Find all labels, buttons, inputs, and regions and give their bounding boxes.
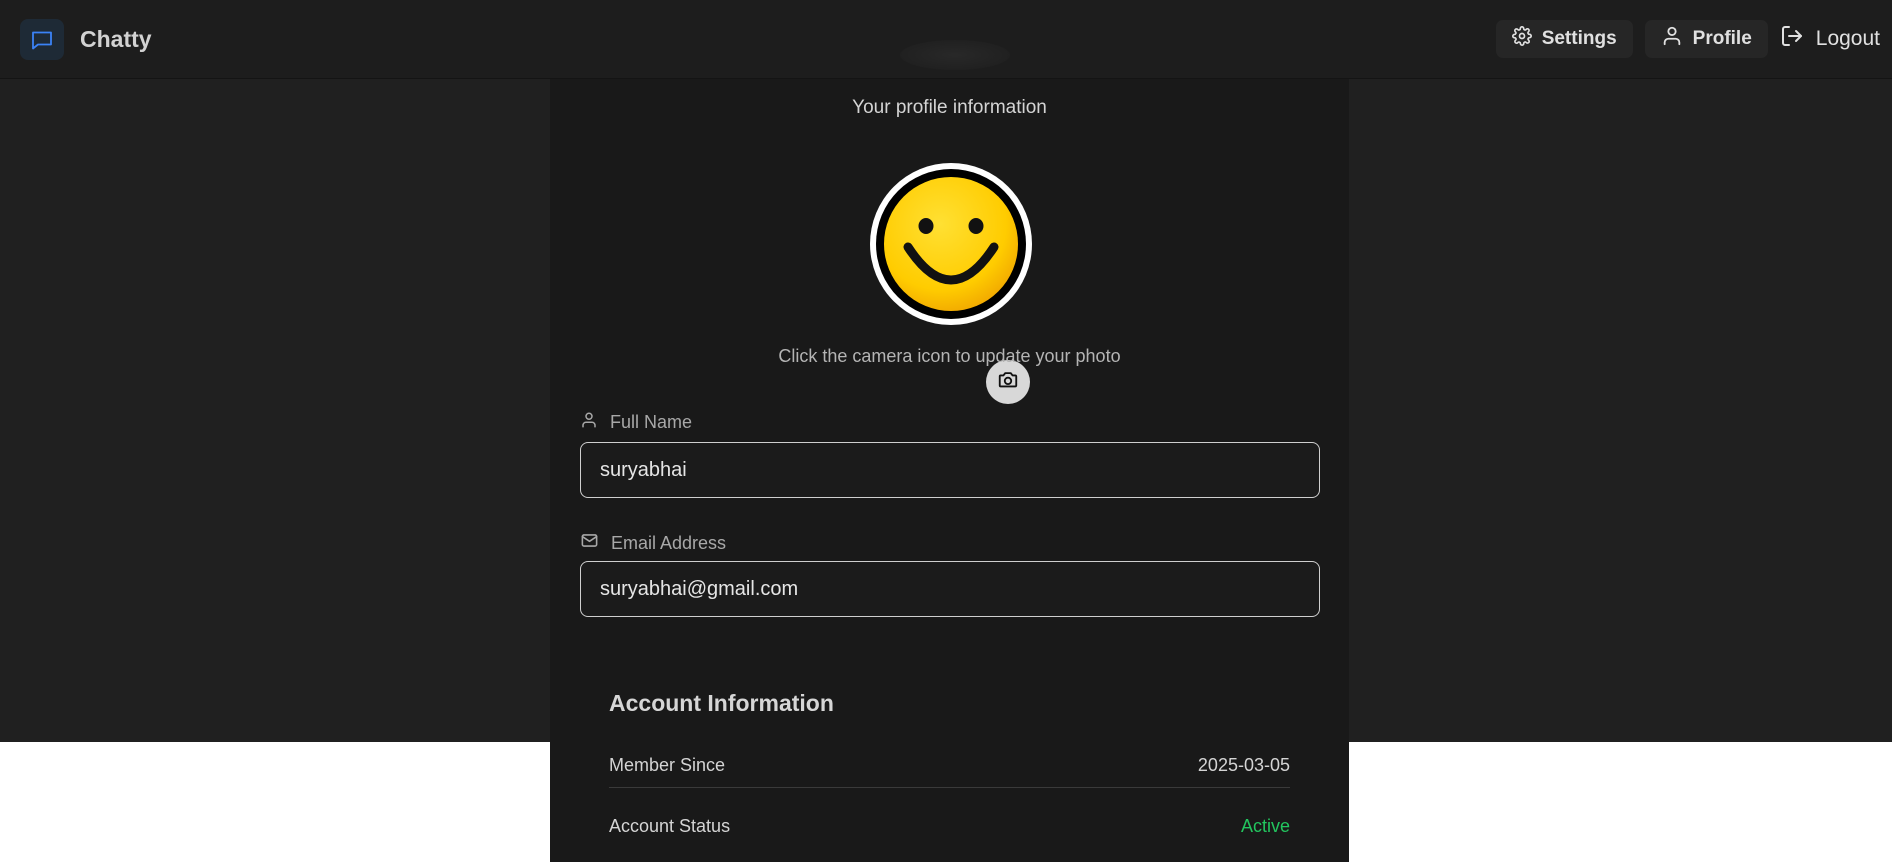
logout-label: Logout (1815, 27, 1880, 50)
avatar-container (870, 163, 1032, 404)
settings-button[interactable]: Settings (1495, 20, 1633, 58)
account-info-title: Account Information (609, 690, 834, 716)
decorative-glow (900, 40, 1010, 70)
nav-actions: Settings Profile Logout (1495, 20, 1882, 58)
email-field[interactable]: suryabhai@gmail.com (580, 561, 1320, 617)
member-since-row: Member Since 2025-03-05 (609, 743, 1290, 788)
full-name-label: Full Name (580, 411, 692, 434)
profile-button[interactable]: Profile (1644, 20, 1768, 58)
settings-label: Settings (1541, 28, 1617, 49)
brand-link[interactable]: Chatty (20, 19, 152, 60)
account-status-row: Account Status Active (609, 804, 1290, 848)
full-name-field[interactable]: suryabhai (580, 442, 1320, 498)
profile-label: Profile (1692, 28, 1752, 49)
gear-icon (1511, 26, 1532, 52)
app-name: Chatty (80, 26, 152, 52)
message-square-icon (20, 19, 64, 60)
logout-icon (1780, 24, 1804, 54)
profile-card: Your profile information Click the camer… (550, 79, 1349, 862)
profile-subtitle: Your profile information (852, 97, 1047, 118)
full-name-label-text: Full Name (610, 412, 693, 432)
account-status-label: Account Status (609, 815, 731, 836)
logout-button[interactable]: Logout (1780, 20, 1882, 58)
member-since-label: Member Since (609, 754, 726, 775)
avatar (870, 163, 1032, 325)
user-icon (1661, 25, 1683, 53)
email-label: Email Address (580, 531, 726, 555)
user-icon (580, 411, 598, 434)
email-label-text: Email Address (611, 532, 727, 553)
camera-icon (997, 369, 1019, 396)
status-badge: Active (1240, 815, 1290, 836)
avatar-hint: Click the camera icon to update your pho… (778, 346, 1121, 366)
member-since-value: 2025-03-05 (1197, 754, 1290, 775)
email-value: suryabhai@gmail.com (600, 577, 799, 600)
full-name-value: suryabhai (600, 458, 687, 481)
mail-icon (580, 531, 599, 555)
